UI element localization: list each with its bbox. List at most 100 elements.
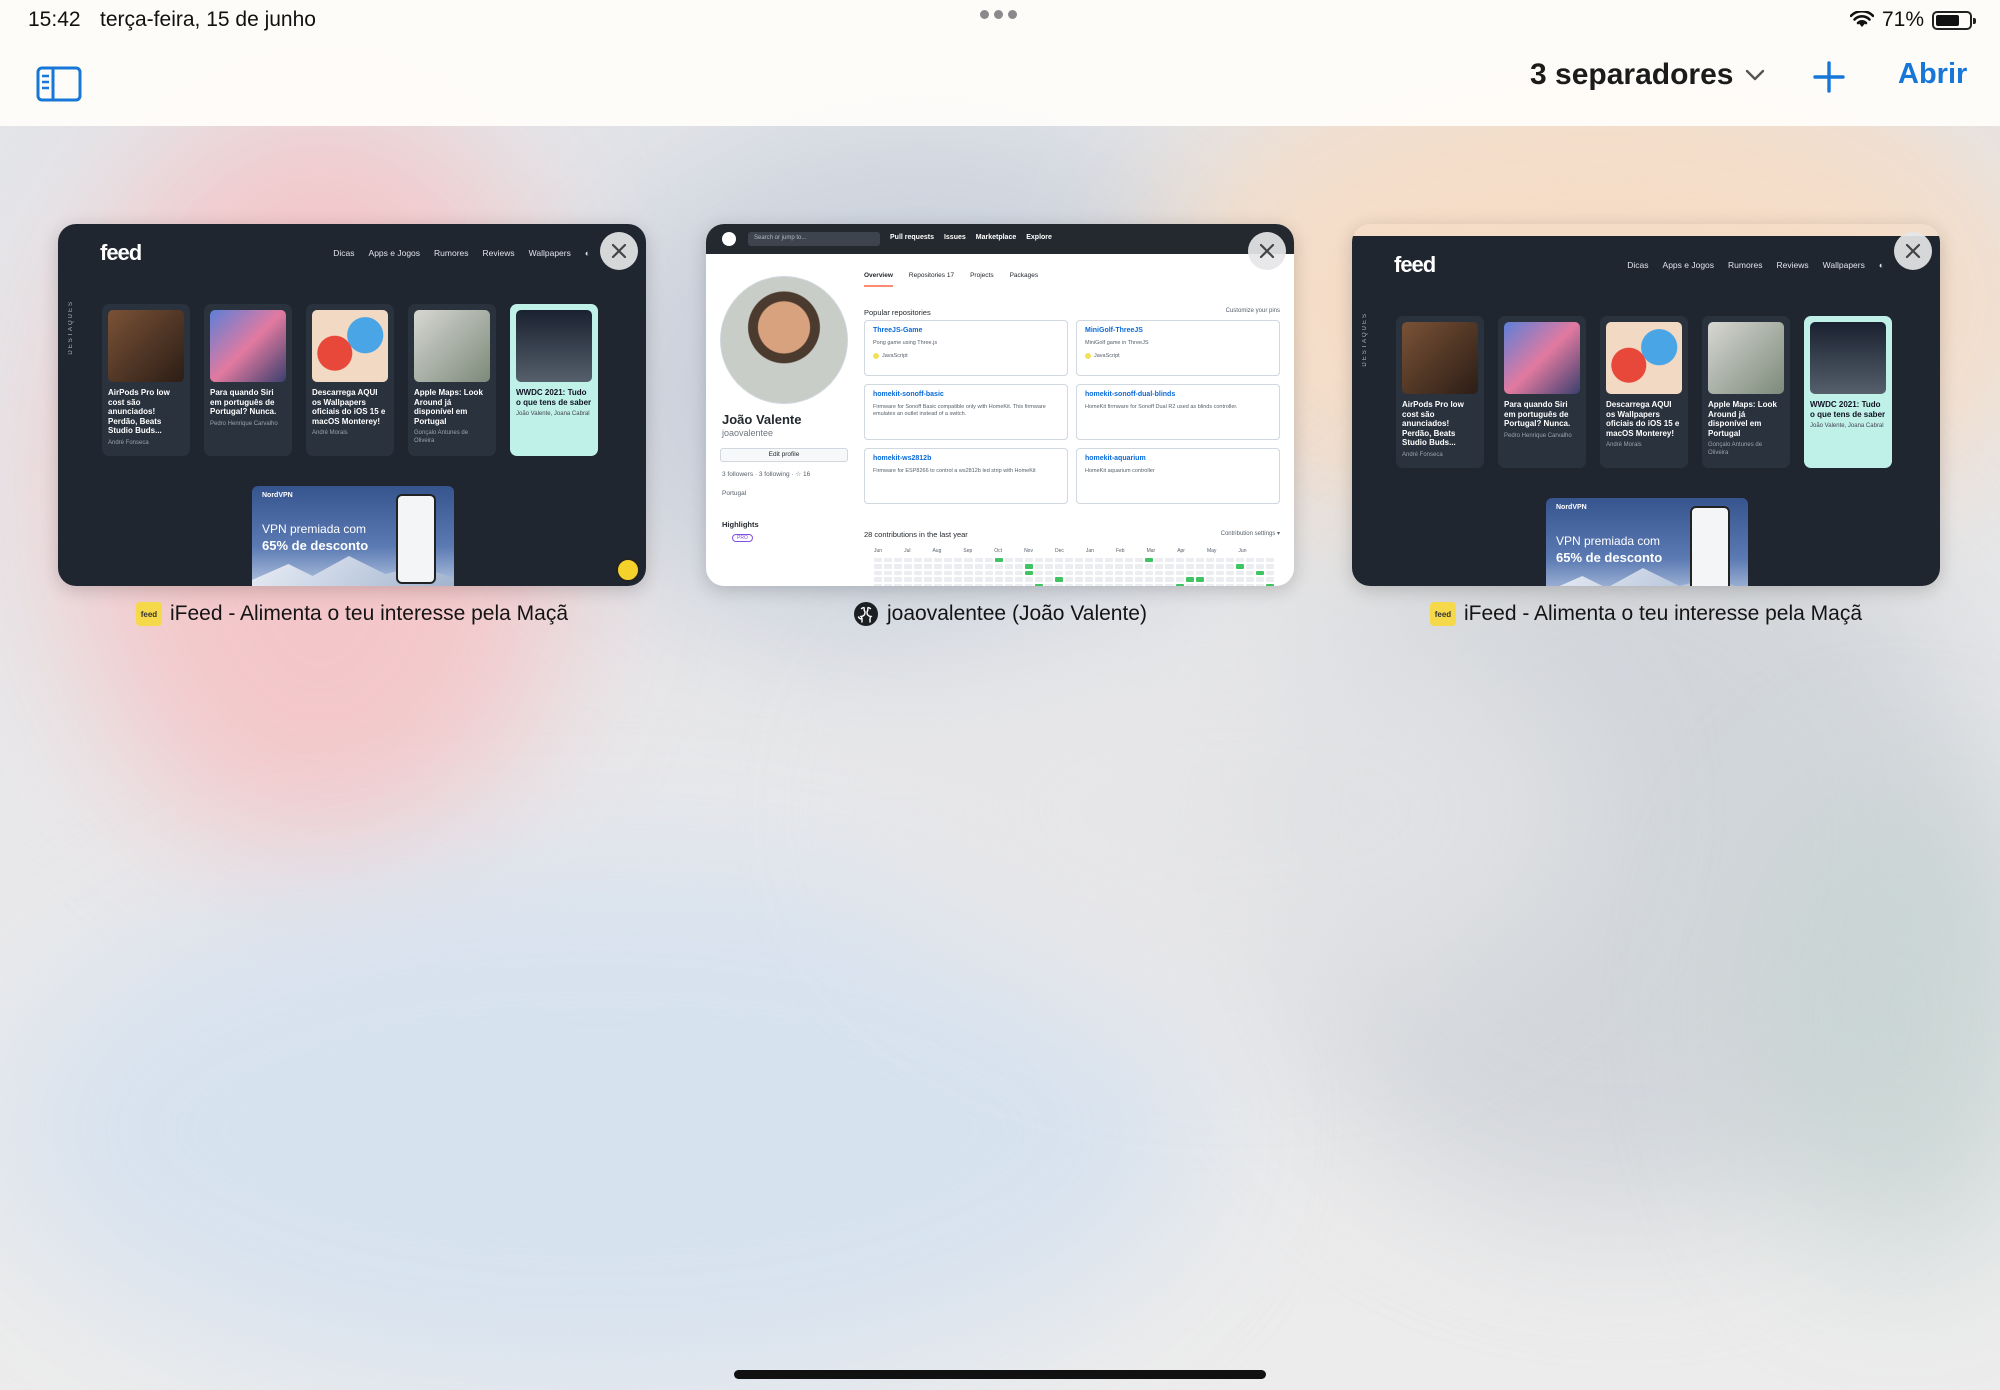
contribution-cell bbox=[984, 558, 993, 563]
contribution-cell bbox=[894, 577, 903, 582]
contribution-cell bbox=[1185, 564, 1194, 569]
close-tab-button[interactable] bbox=[1248, 232, 1286, 270]
contribution-cell bbox=[1024, 564, 1033, 569]
contribution-cell bbox=[994, 577, 1003, 582]
open-button[interactable]: Abrir bbox=[1898, 58, 1967, 91]
tab-card-ifeed-2[interactable]: feed Dicas Apps e Jogos Rumores Reviews … bbox=[1352, 224, 1940, 586]
contribution-cell bbox=[934, 564, 943, 569]
contribution-cell bbox=[934, 558, 943, 563]
profile-tabs: Overview Repositories 17 Projects Packag… bbox=[864, 272, 1038, 287]
contribution-cell bbox=[894, 564, 903, 569]
contribution-cell bbox=[1095, 583, 1104, 586]
highlights-title: Highlights bbox=[722, 520, 759, 529]
contribution-cell bbox=[924, 564, 933, 569]
contribution-cell bbox=[1155, 577, 1164, 582]
contribution-cell bbox=[1255, 583, 1264, 586]
repo-card: MiniGolf-ThreeJS MiniGolf game in ThreeJS… bbox=[1076, 320, 1280, 376]
contribution-cell bbox=[944, 558, 953, 563]
contribution-cell bbox=[1255, 570, 1264, 576]
repo-card: homekit-aquarium HomeKit aquarium control… bbox=[1076, 448, 1280, 504]
contribution-cell bbox=[1105, 564, 1114, 569]
ifeed-favicon: feed bbox=[1429, 602, 1456, 626]
contribution-cell bbox=[1145, 570, 1154, 576]
contribution-graph bbox=[874, 558, 1274, 586]
tab-card-github[interactable]: Search or jump to... Pull requests Issue… bbox=[706, 224, 1294, 586]
contribution-cell bbox=[944, 577, 953, 582]
contribution-cell bbox=[1085, 564, 1094, 569]
contribution-cell bbox=[1115, 583, 1124, 586]
contribution-cell bbox=[884, 583, 893, 586]
contribution-cell bbox=[1034, 577, 1043, 582]
contribution-cell bbox=[1195, 577, 1204, 582]
contribution-cell bbox=[1145, 558, 1154, 563]
close-tab-button[interactable] bbox=[1894, 232, 1932, 270]
contribution-cell bbox=[1265, 570, 1274, 576]
nav-item: Reviews bbox=[1776, 260, 1809, 270]
contribution-cell bbox=[914, 570, 923, 576]
sidebar-toggle-button[interactable] bbox=[36, 66, 82, 102]
contribution-cell bbox=[1034, 564, 1043, 569]
tab-title-text: iFeed - Alimenta o teu interesse pela Ma… bbox=[1463, 602, 1863, 625]
multitasking-dots-icon[interactable] bbox=[980, 10, 1017, 19]
repo-card: homekit-sonoff-basic Firmware for Sonoff … bbox=[864, 384, 1068, 440]
contribution-cell bbox=[964, 570, 973, 576]
blurred-wallpaper bbox=[0, 0, 2000, 1390]
contribution-cell bbox=[1014, 577, 1023, 582]
contribution-cell bbox=[1004, 570, 1013, 576]
contribution-cell bbox=[1225, 583, 1234, 586]
contribution-cell bbox=[1024, 577, 1033, 582]
contribution-cell bbox=[1064, 570, 1073, 576]
ifeed-page-preview: feed Dicas Apps e Jogos Rumores Reviews … bbox=[58, 224, 646, 586]
tab-title-ifeed-1[interactable]: feed iFeed - Alimenta o teu interesse pe… bbox=[58, 598, 646, 630]
tab-title-text: iFeed - Alimenta o teu interesse pela Ma… bbox=[169, 602, 569, 625]
contribution-cell bbox=[1165, 577, 1174, 582]
article-card: Para quando Siri em português de Portuga… bbox=[1498, 316, 1586, 468]
contribution-cell bbox=[914, 558, 923, 563]
nav-item: Apps e Jogos bbox=[368, 248, 421, 258]
contribution-cell bbox=[974, 564, 983, 569]
ifeed-favicon: feed bbox=[135, 602, 162, 626]
contribution-cell bbox=[914, 577, 923, 582]
contribution-cell bbox=[1095, 570, 1104, 576]
contribution-cell bbox=[914, 583, 923, 586]
contribution-cell bbox=[1245, 577, 1254, 582]
tab-card-ifeed-1[interactable]: feed Dicas Apps e Jogos Rumores Reviews … bbox=[58, 224, 646, 586]
tab-title-ifeed-2[interactable]: feed iFeed - Alimenta o teu interesse pe… bbox=[1352, 598, 1940, 630]
article-card: AirPods Pro low cost são anunciados! Per… bbox=[1396, 316, 1484, 468]
repo-card: homekit-ws2812b Firmware for ESP8266 to c… bbox=[864, 448, 1068, 504]
tab-groups-menu[interactable]: 3 separadores bbox=[1530, 58, 1765, 92]
nav-item: Reviews bbox=[482, 248, 515, 258]
contribution-cell bbox=[1195, 564, 1204, 569]
battery-percentage: 71% bbox=[1881, 8, 1924, 31]
nav-item: Rumores bbox=[1728, 260, 1763, 270]
contribution-cell bbox=[904, 564, 913, 569]
profile-login: joaovalentee bbox=[722, 428, 774, 438]
contribution-cell bbox=[1054, 570, 1063, 576]
article-card: Apple Maps: Look Around já disponível em… bbox=[408, 304, 496, 456]
theme-toggle-icon: ◐ bbox=[1878, 260, 1884, 270]
ifeed-nav: Dicas Apps e Jogos Rumores Reviews Wallp… bbox=[1627, 260, 1884, 270]
contribution-cell bbox=[1265, 577, 1274, 582]
new-tab-button[interactable] bbox=[1812, 60, 1846, 94]
home-indicator[interactable] bbox=[734, 1370, 1266, 1379]
contribution-cell bbox=[1105, 577, 1114, 582]
contribution-cell bbox=[1255, 564, 1264, 569]
contribution-cell bbox=[1255, 558, 1264, 563]
close-tab-button[interactable] bbox=[600, 232, 638, 270]
contribution-cell bbox=[1205, 558, 1214, 563]
contribution-cell bbox=[894, 583, 903, 586]
contribution-cell bbox=[904, 583, 913, 586]
contribution-cell bbox=[1064, 583, 1073, 586]
contribution-cell bbox=[1195, 558, 1204, 563]
ad-banner: NordVPN VPN premiada com 65% de desconto bbox=[1546, 498, 1748, 586]
contribution-cell bbox=[1105, 558, 1114, 563]
customize-pins: Customize your pins bbox=[1225, 308, 1280, 314]
repo-card: ThreeJS-Game Pong game using Three.js Java… bbox=[864, 320, 1068, 376]
chevron-down-icon bbox=[1746, 69, 1765, 81]
contribution-cell bbox=[1185, 583, 1194, 586]
contribution-cell bbox=[1235, 570, 1244, 576]
contribution-cell bbox=[1145, 583, 1154, 586]
contribution-cell bbox=[1064, 558, 1073, 563]
tab-title-github[interactable]: joaovalentee (João Valente) bbox=[706, 598, 1294, 630]
contribution-cell bbox=[1044, 558, 1053, 563]
